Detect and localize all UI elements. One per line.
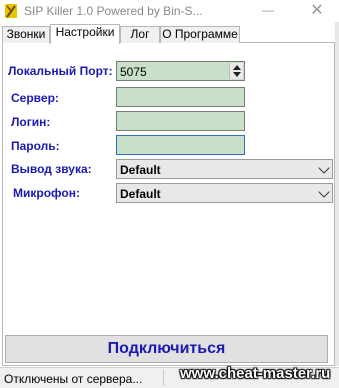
chevron-down-icon (318, 186, 330, 198)
spin-down-icon[interactable] (233, 72, 241, 77)
microphone-value: Default (120, 187, 161, 201)
watermark-text: www.cheat-master.ru (180, 365, 331, 382)
server-label: Сервер: (11, 91, 59, 105)
microphone-label: Микрофон: (13, 186, 80, 200)
title-bar: SIP Killer 1.0 Powered by Bin-S... — ✕ (0, 0, 339, 22)
chevron-down-icon (318, 162, 330, 174)
close-button[interactable]: ✕ (305, 1, 329, 21)
tab-calls[interactable]: Звонки (2, 26, 50, 43)
spinner-arrows-icon[interactable] (229, 63, 243, 79)
window-title: SIP Killer 1.0 Powered by Bin-S... (24, 4, 203, 18)
tab-log[interactable]: Лог (120, 26, 160, 43)
port-spinbox[interactable]: 5075 (116, 61, 245, 81)
connect-button[interactable]: Подключиться (5, 335, 328, 363)
tab-about[interactable]: О Программе (160, 26, 240, 43)
spin-up-icon[interactable] (233, 65, 241, 70)
login-input[interactable] (116, 111, 245, 131)
tab-settings[interactable]: Настройки (50, 24, 120, 44)
server-input[interactable] (116, 87, 245, 107)
login-label: Логин: (11, 115, 51, 129)
port-value: 5075 (120, 65, 147, 79)
minimize-button[interactable]: — (262, 4, 274, 16)
microphone-select[interactable]: Default (116, 183, 333, 203)
audio-output-value: Default (120, 163, 161, 177)
password-input[interactable] (116, 135, 245, 155)
status-divider (163, 370, 164, 386)
window-edge (335, 22, 339, 366)
port-label: Локальный Порт: (8, 64, 113, 78)
audio-output-select[interactable]: Default (116, 159, 333, 179)
status-text: Отключены от сервера... (4, 372, 143, 386)
audio-output-label: Вывод звука: (11, 162, 92, 176)
password-label: Пароль: (11, 139, 60, 153)
app-icon (5, 4, 17, 18)
